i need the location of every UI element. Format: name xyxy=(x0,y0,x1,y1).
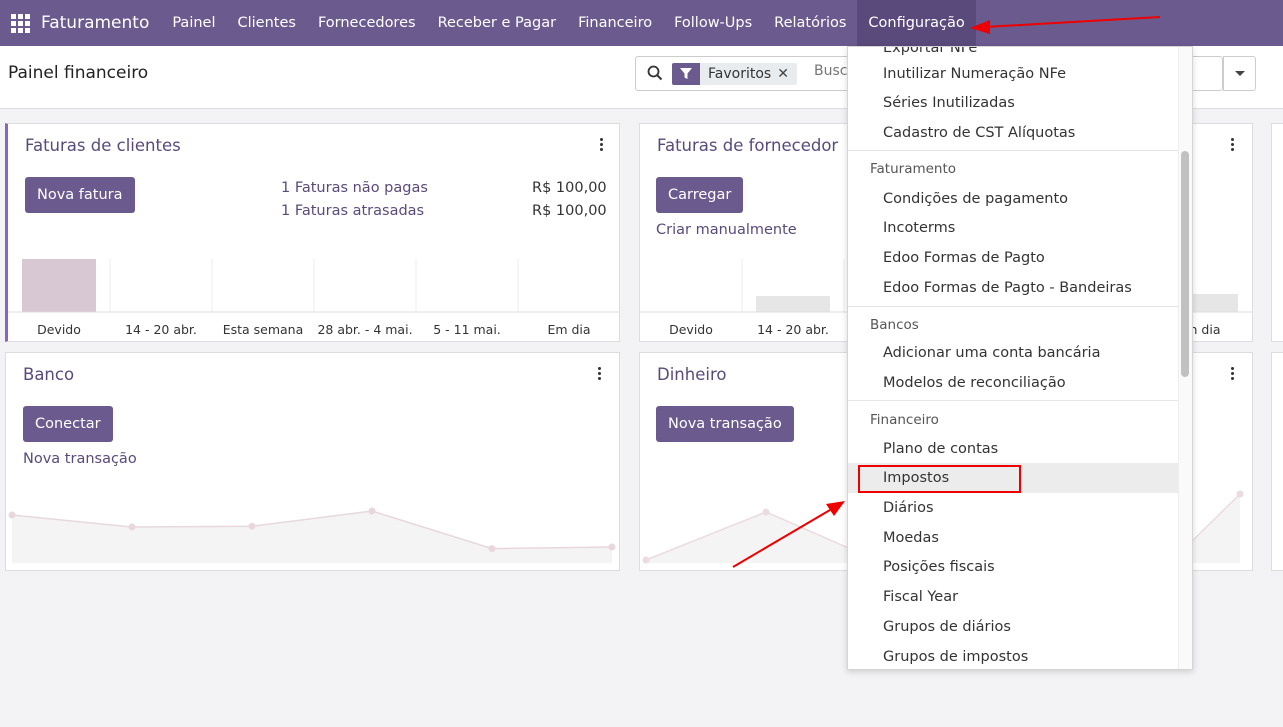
menu-item[interactable]: Inutilizar Numeração NFe xyxy=(848,59,1178,89)
chart-point xyxy=(8,511,16,519)
menu-divider xyxy=(848,400,1178,401)
nav-receber-pagar[interactable]: Receber e Pagar xyxy=(427,0,568,46)
filter-icon xyxy=(672,63,700,85)
menu-section-header: Financeiro xyxy=(870,412,939,428)
menu-item[interactable]: Modelos de reconciliação xyxy=(848,368,1178,398)
unpaid-amount: R$ 100,00 xyxy=(532,180,607,196)
menu-item[interactable]: Moedas xyxy=(848,523,1178,553)
chart-point xyxy=(642,556,650,564)
menu-section-header: Faturamento xyxy=(870,161,957,177)
bar xyxy=(1186,294,1238,312)
chart-point xyxy=(488,545,496,553)
menu-item[interactable]: Fiscal Year xyxy=(848,582,1178,612)
create-manually-link[interactable]: Criar manualmente xyxy=(656,222,797,238)
nav-relatorios[interactable]: Relatórios xyxy=(763,0,857,46)
bar xyxy=(22,259,96,312)
bar-label: 14 - 20 abr. xyxy=(125,322,197,337)
nav-fornecedores[interactable]: Fornecedores xyxy=(307,0,427,46)
kebab-menu-icon[interactable] xyxy=(598,138,604,151)
bar xyxy=(756,296,830,312)
bar-label: Devido xyxy=(37,322,81,337)
menu-item[interactable]: Diários xyxy=(848,493,1178,523)
menu-item[interactable]: Edoo Formas de Pagto - Bandeiras xyxy=(848,273,1178,303)
upload-button[interactable]: Carregar xyxy=(656,177,744,213)
kebab-menu-icon[interactable] xyxy=(1229,367,1235,380)
kebab-menu-icon[interactable] xyxy=(1229,138,1235,151)
search-facet-favorites: Favoritos ✕ xyxy=(672,63,797,85)
configuracao-dropdown-menu[interactable]: Exportar NFe Inutilizar Numeração NFe Sér… xyxy=(847,46,1193,670)
partial-card xyxy=(1271,123,1283,342)
invoices-bar-chart[interactable] xyxy=(8,254,620,314)
late-invoices-link[interactable]: 1 Faturas atrasadas xyxy=(281,203,424,219)
page-title: Painel financeiro xyxy=(8,63,149,83)
annotation-highlight-box xyxy=(858,465,1021,493)
scrollbar-thumb[interactable] xyxy=(1181,151,1189,377)
bar-label: Devido xyxy=(669,322,713,337)
bar-label: 14 - 20 abr. xyxy=(757,322,829,337)
top-navbar: Faturamento Painel Clientes Fornecedores… xyxy=(0,0,1283,46)
customer-invoices-card: Faturas de clientes Nova fatura 1 Fatura… xyxy=(5,123,620,342)
card-title[interactable]: Dinheiro xyxy=(657,365,726,384)
new-invoice-button[interactable]: Nova fatura xyxy=(25,177,135,213)
app-brand[interactable]: Faturamento xyxy=(41,13,161,33)
late-amount: R$ 100,00 xyxy=(532,203,607,219)
nav-follow-ups[interactable]: Follow-Ups xyxy=(663,0,763,46)
nav-configuracao[interactable]: Configuração xyxy=(857,0,976,46)
bank-card: Banco Conectar Nova transação xyxy=(5,352,620,571)
chart-point xyxy=(1236,490,1244,498)
search-icon xyxy=(647,65,663,81)
bar-label: 5 - 11 mai. xyxy=(433,322,501,337)
chart-point xyxy=(762,508,770,516)
menu-item[interactable]: Posições fiscais xyxy=(848,552,1178,582)
close-icon[interactable]: ✕ xyxy=(777,66,797,82)
search-options-toggle[interactable] xyxy=(1223,56,1256,91)
bank-line-chart[interactable] xyxy=(6,483,618,565)
bar-label: Esta semana xyxy=(222,322,304,337)
menu-section-header: Bancos xyxy=(870,317,919,333)
bar-label: Em dia xyxy=(547,322,591,337)
nav-painel[interactable]: Painel xyxy=(161,0,226,46)
nav-clientes[interactable]: Clientes xyxy=(227,0,307,46)
card-title[interactable]: Faturas de clientes xyxy=(25,136,181,155)
menu-item[interactable]: Cadastro de CST Alíquotas xyxy=(848,118,1178,148)
connect-button[interactable]: Conectar xyxy=(23,406,113,442)
menu-item[interactable]: Edoo Formas de Pagto xyxy=(848,243,1178,273)
menu-item[interactable]: Incoterms xyxy=(848,213,1178,243)
menu-item[interactable]: Condições de pagamento xyxy=(848,184,1178,214)
menu-divider xyxy=(848,306,1178,307)
partial-card xyxy=(1271,352,1283,571)
menu-divider xyxy=(848,150,1178,151)
chart-point xyxy=(368,507,376,515)
menu-item[interactable]: Adicionar uma conta bancária xyxy=(848,338,1178,368)
chart-point xyxy=(608,543,616,551)
card-title[interactable]: Banco xyxy=(23,365,74,384)
kebab-menu-icon[interactable] xyxy=(596,367,602,380)
new-transaction-button[interactable]: Nova transação xyxy=(656,406,794,442)
chart-point xyxy=(248,522,256,530)
unpaid-invoices-link[interactable]: 1 Faturas não pagas xyxy=(281,180,428,196)
apps-menu-icon[interactable] xyxy=(0,0,40,46)
chart-point xyxy=(128,523,136,531)
menu-item[interactable]: Grupos de diários xyxy=(848,612,1178,642)
bar-label: 28 abr. - 4 mai. xyxy=(317,322,413,337)
menu-item[interactable]: Plano de contas xyxy=(848,434,1178,464)
card-title[interactable]: Faturas de fornecedor xyxy=(657,136,838,155)
menu-item[interactable]: Séries Inutilizadas xyxy=(848,88,1178,118)
nav-financeiro[interactable]: Financeiro xyxy=(567,0,663,46)
new-transaction-link[interactable]: Nova transação xyxy=(23,451,137,467)
menu-item[interactable]: Grupos de impostos xyxy=(848,642,1178,669)
facet-label: Favoritos xyxy=(708,66,772,82)
caret-down-icon xyxy=(1234,71,1245,76)
